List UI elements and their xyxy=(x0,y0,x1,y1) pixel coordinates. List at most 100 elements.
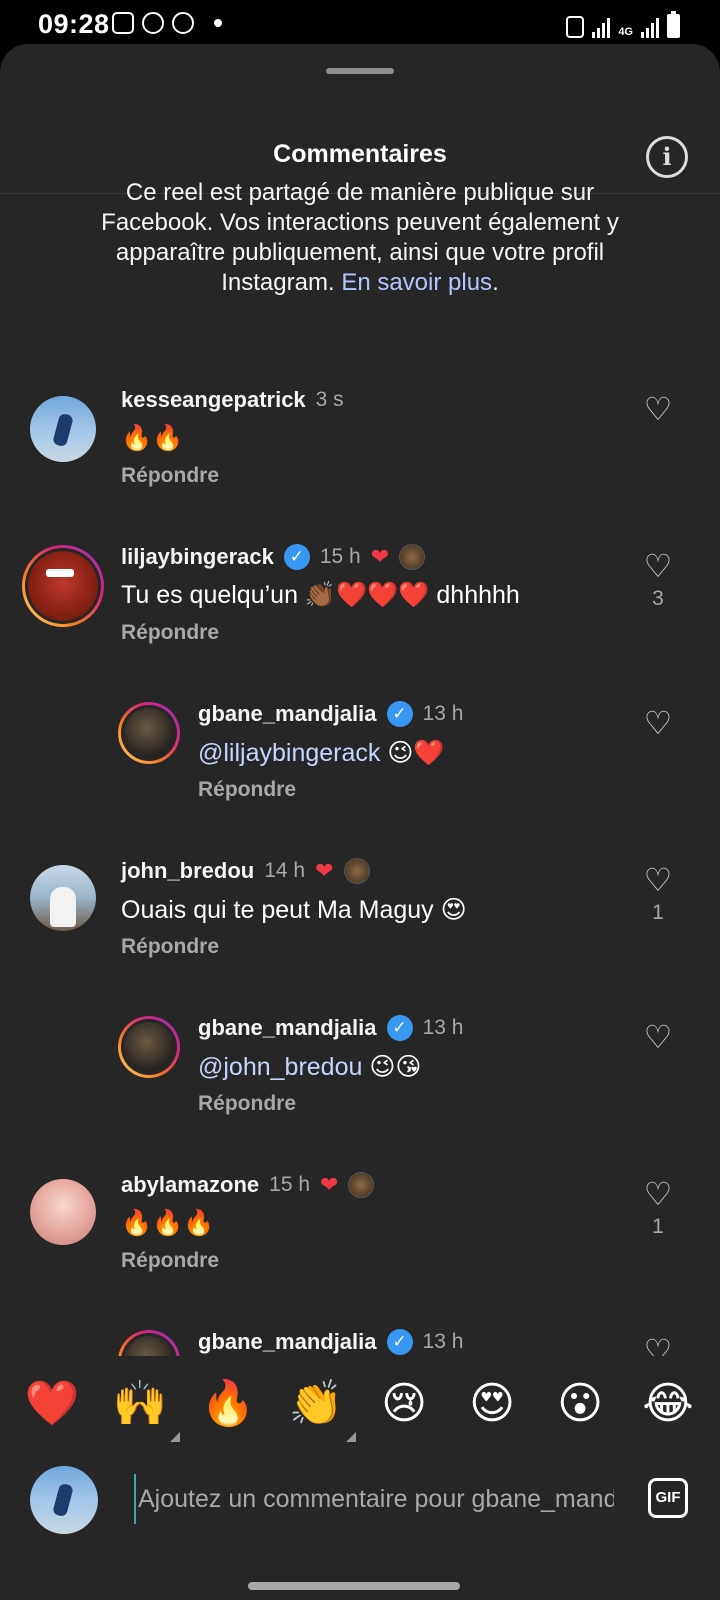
comment-emojis: 😉😘 xyxy=(362,1053,422,1081)
reply-button[interactable]: Répondre xyxy=(121,464,219,488)
quick-reactions-bar: ❤️ 🙌 🔥 👏 😢 😍 😮 😂 xyxy=(0,1356,720,1452)
reaction-heart-button[interactable]: ❤️ xyxy=(22,1378,82,1430)
comment-time: 14 h xyxy=(264,859,306,882)
comment-item: kesseangepatrick 3 s 🔥🔥 Répondre ♡ xyxy=(0,386,720,536)
skin-tone-indicator-icon xyxy=(346,1432,356,1442)
reaction-raised-hands-button[interactable]: 🙌 xyxy=(110,1378,180,1442)
reaction-clap-button[interactable]: 👏 xyxy=(286,1378,356,1442)
comment-meta: kesseangepatrick 3 s xyxy=(121,386,344,414)
reply-item: gbane_mandjalia ✓ 13 h ♡ xyxy=(0,1328,720,1356)
avatar[interactable] xyxy=(118,1016,180,1078)
avatar[interactable] xyxy=(118,702,180,764)
like-button[interactable]: ♡ 1 xyxy=(636,1177,680,1239)
comment-meta: gbane_mandjalia ✓ 13 h xyxy=(198,700,463,728)
comment-input[interactable] xyxy=(134,1474,614,1524)
reaction-surprised-button[interactable]: 😮 xyxy=(550,1378,610,1430)
reply-button[interactable]: Répondre xyxy=(198,1092,296,1116)
comment-username[interactable]: gbane_mandjalia xyxy=(198,701,377,727)
comment-time: 15 h xyxy=(269,1173,311,1196)
comment-time: 15 h xyxy=(319,545,361,568)
like-count: 1 xyxy=(652,901,664,924)
reply-button[interactable]: Répondre xyxy=(121,621,219,645)
like-button[interactable]: ♡ xyxy=(636,706,680,740)
comment-time: 13 h xyxy=(422,702,464,725)
avatar[interactable] xyxy=(118,1330,180,1356)
author-mini-avatar xyxy=(399,544,426,570)
like-count: 3 xyxy=(652,587,664,610)
verified-badge-icon: ✓ xyxy=(283,544,310,570)
comment-time: 13 h xyxy=(422,1016,464,1039)
author-liked-heart-icon: ❤ xyxy=(320,1172,339,1197)
heart-outline-icon: ♡ xyxy=(643,390,673,428)
signal-icon xyxy=(641,16,659,38)
comment-emojis: 😉❤️ xyxy=(380,739,445,767)
comment-text: Ouais qui te peut Ma Maguy 😍 xyxy=(121,896,467,924)
comment-meta: gbane_mandjalia ✓ 13 h xyxy=(198,1328,463,1356)
home-indicator[interactable] xyxy=(248,1582,460,1590)
sheet-header: Commentaires i xyxy=(0,44,720,194)
status-bar: 09:28 4G xyxy=(0,0,720,48)
reaction-heart-eyes-button[interactable]: 😍 xyxy=(462,1378,522,1430)
comment-text: 🔥🔥🔥 xyxy=(121,1209,215,1237)
dot-icon xyxy=(214,19,222,27)
facebook-share-notice: Ce reel est partagé de manière publique … xyxy=(80,178,640,298)
avatar[interactable] xyxy=(30,1179,96,1245)
author-liked-heart-icon: ❤ xyxy=(370,544,390,569)
mention-link[interactable]: @liljaybingerack xyxy=(198,739,380,767)
heart-outline-icon: ♡ xyxy=(643,1175,673,1213)
comment-meta: john_bredou 14 h ❤ xyxy=(121,857,370,885)
like-button[interactable]: ♡ xyxy=(636,1334,680,1356)
author-mini-avatar xyxy=(348,1172,375,1198)
reaction-laugh-button[interactable]: 😂 xyxy=(638,1378,698,1430)
avatar[interactable] xyxy=(30,865,96,931)
comment-meta: gbane_mandjalia ✓ 13 h xyxy=(198,1014,463,1042)
notification-icons xyxy=(112,12,222,34)
mention-link[interactable]: @john_bredou xyxy=(198,1053,362,1081)
reply-button[interactable]: Répondre xyxy=(198,778,296,802)
comment-time: 3 s xyxy=(315,388,344,411)
avatar[interactable] xyxy=(22,545,104,627)
gif-button[interactable]: GIF xyxy=(648,1478,688,1518)
comment-composer: GIF xyxy=(0,1460,720,1560)
drag-handle[interactable] xyxy=(326,68,394,74)
comments-list[interactable]: kesseangepatrick 3 s 🔥🔥 Répondre ♡ lilja… xyxy=(0,348,720,1356)
skin-tone-indicator-icon xyxy=(170,1432,180,1442)
verified-badge-icon: ✓ xyxy=(386,1015,413,1041)
reply-button[interactable]: Répondre xyxy=(121,1249,219,1273)
comment-text: Tu es quelqu’un 👏🏾❤️❤️❤️ dhhhhh xyxy=(121,581,520,609)
reply-item: gbane_mandjalia ✓ 13 h @john_bredou 😉😘 R… xyxy=(0,1014,720,1164)
like-button[interactable]: ♡ 3 xyxy=(636,549,680,611)
comment-username[interactable]: gbane_mandjalia xyxy=(198,1015,377,1041)
system-icons: 4G xyxy=(566,11,680,38)
like-count: 1 xyxy=(652,1215,664,1238)
comment-time: 13 h xyxy=(422,1330,464,1353)
comment-item: liljaybingerack ✓ 15 h ❤ Tu es quelqu’un… xyxy=(0,543,720,693)
comment-username[interactable]: liljaybingerack xyxy=(121,544,274,570)
status-time: 09:28 xyxy=(38,9,110,39)
notice-end: . xyxy=(492,269,499,296)
comment-username[interactable]: abylamazone xyxy=(121,1172,259,1198)
reaction-fire-button[interactable]: 🔥 xyxy=(198,1378,258,1430)
info-icon[interactable]: i xyxy=(646,136,688,178)
verified-badge-icon: ✓ xyxy=(386,1329,413,1355)
author-mini-avatar xyxy=(343,858,370,884)
author-liked-heart-icon: ❤ xyxy=(315,858,334,883)
sheet-title: Commentaires xyxy=(273,140,447,168)
verified-badge-icon: ✓ xyxy=(386,701,413,727)
avatar[interactable] xyxy=(30,396,96,462)
like-button[interactable]: ♡ 1 xyxy=(636,863,680,925)
signal-icon xyxy=(592,16,611,38)
comment-text: 🔥🔥 xyxy=(121,424,184,452)
whatsapp-icon xyxy=(142,12,164,34)
raised-hands-emoji: 🙌 xyxy=(112,1379,168,1428)
reaction-cry-button[interactable]: 😢 xyxy=(374,1378,434,1430)
comment-username[interactable]: john_bredou xyxy=(121,858,254,884)
comment-username[interactable]: gbane_mandjalia xyxy=(198,1329,377,1355)
like-button[interactable]: ♡ xyxy=(636,1020,680,1054)
comment-username[interactable]: kesseangepatrick xyxy=(121,387,306,413)
like-button[interactable]: ♡ xyxy=(636,392,680,430)
learn-more-link[interactable]: En savoir plus xyxy=(341,269,492,296)
b-icon xyxy=(172,12,194,34)
my-avatar xyxy=(30,1466,98,1534)
reply-button[interactable]: Répondre xyxy=(121,935,219,959)
